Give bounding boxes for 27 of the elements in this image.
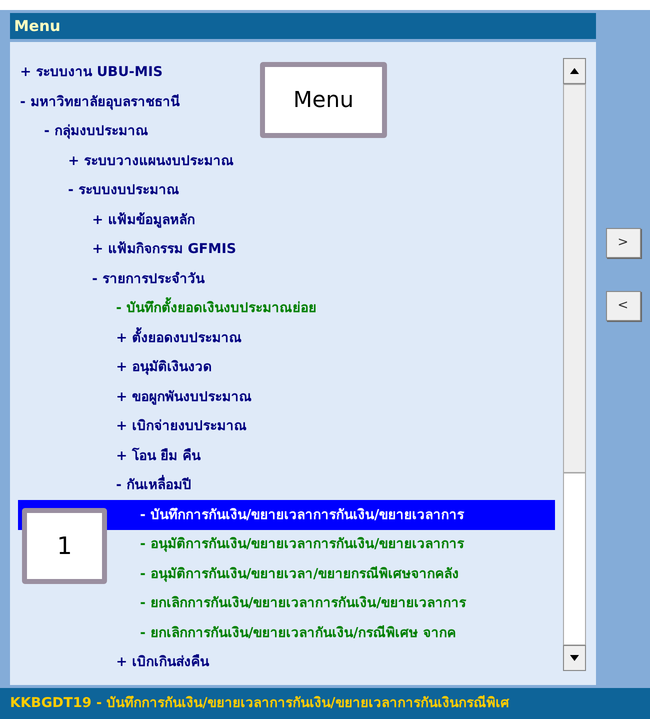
tree-item[interactable]: - อนุมัติการกันเงิน/ขยายเวลาการกันเงิน/ขยายเวลาการ: [140, 530, 464, 559]
tree-item[interactable]: - บันทึกตั้งยอดเงินงบประมาณย่อย: [116, 294, 316, 323]
tree-item[interactable]: + เบิกเกินส่งคืน: [116, 648, 210, 677]
tree-item[interactable]: + ระบบงาน UBU-MIS: [20, 58, 163, 87]
tree-item[interactable]: + ขอผูกพันงบประมาณ: [116, 382, 252, 412]
tree-item[interactable]: - ยกเลิกการกันเงิน/ขยายเวลาการกันเงิน/ขยายเวลาการ: [140, 588, 466, 618]
tree-item[interactable]: + แฟ้มกิจกรรม GFMIS: [92, 234, 236, 264]
tree-item[interactable]: - กลุ่มงบประมาณ: [44, 116, 148, 146]
tree-item[interactable]: + เบิกจ่ายงบประมาณ: [116, 412, 248, 441]
tree-item[interactable]: - มหาวิทยาลัยอุบลราชธานี: [20, 87, 180, 116]
annotation-tooltip: 1: [22, 508, 107, 584]
tree-item[interactable]: - กันเหลื่อมปี: [116, 470, 192, 500]
scrollbar-drawing[interactable]: [563, 58, 587, 672]
tree-item[interactable]: + โอน ยืม คืน: [116, 441, 200, 470]
status-bar: KKBGDT19 - บันทึกการกันเงิน/ขยายเวลาการกันเงิน/ขยายเวลาการกันเงินกรณีพิเศ: [0, 688, 650, 719]
nav-button[interactable]: >: [606, 228, 640, 258]
panel-title-bar: Menu: [10, 13, 596, 38]
tree-item[interactable]: + ระบบวางแผนงบประมาณ: [68, 146, 234, 176]
tree-item[interactable]: - อนุมัติการกันเงิน/ขยายเวลา/ขยายกรณีพิเศษจากคลัง: [140, 559, 460, 588]
nav-button[interactable]: <: [606, 291, 640, 321]
tree-item[interactable]: + ตั้งยอดงบประมาณ: [116, 323, 242, 352]
tree-item[interactable]: + อนุมัติเงินงวด: [116, 352, 212, 382]
tree-item[interactable]: - ระบบงบประมาณ: [68, 176, 180, 205]
tree-item[interactable]: - รายการประจำวัน: [92, 264, 204, 294]
tree-item[interactable]: - ยกเลิกการกันเงิน/ขยายเวลากันเงิน/กรณีพิเศษ จากค: [140, 618, 456, 648]
annotation-tooltip: Menu: [260, 62, 387, 138]
tree-item[interactable]: + แฟ้มข้อมูลหลัก: [92, 205, 196, 234]
